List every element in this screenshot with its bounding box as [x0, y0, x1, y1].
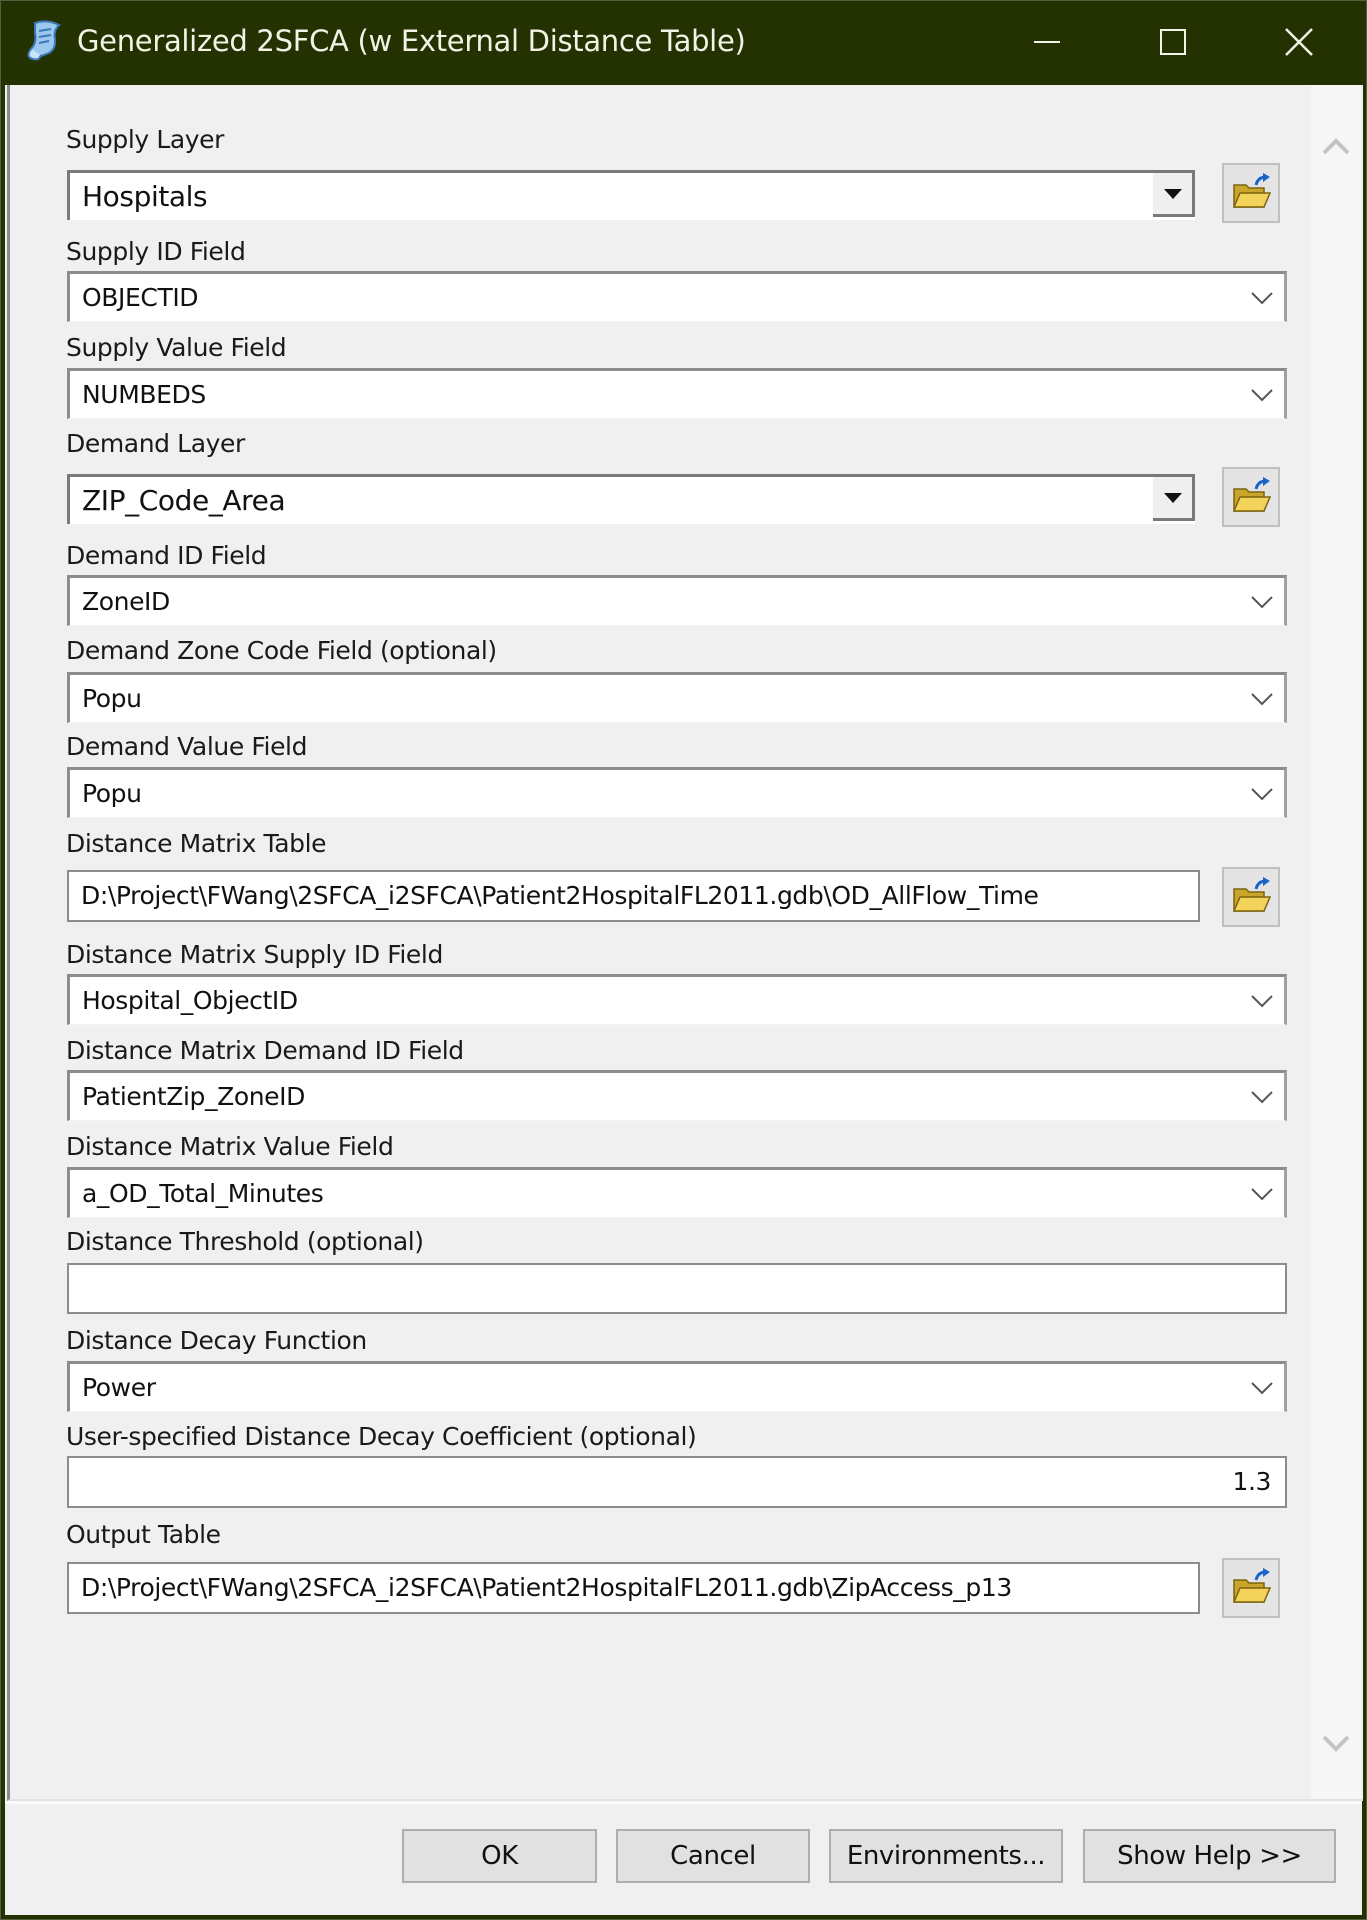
dm-value-field-value: a_OD_Total_Minutes [82, 1178, 324, 1208]
supply-layer-label: Supply Layer [66, 125, 225, 154]
ok-button[interactable]: OK [402, 1829, 597, 1883]
dm-demand-id-field-dropdown[interactable]: PatientZip_ZoneID [67, 1070, 1287, 1121]
scroll-up-icon[interactable] [1321, 135, 1351, 159]
output-table-value: D:\Project\FWang\2SFCA_i2SFCA\Patient2Ho… [81, 1572, 1012, 1602]
distance-decay-function-label: Distance Decay Function [66, 1326, 367, 1355]
open-folder-icon [1232, 477, 1272, 512]
demand-id-field-dropdown[interactable]: ZoneID [67, 575, 1287, 626]
show-help-button[interactable]: Show Help >> [1083, 1829, 1336, 1883]
window-title: Generalized 2SFCA (w External Distance T… [77, 24, 746, 58]
chevron-down-icon [1251, 994, 1273, 1007]
decay-coefficient-label: User-specified Distance Decay Coefficien… [66, 1422, 697, 1451]
divider [5, 1801, 1362, 1804]
chevron-down-icon [1251, 692, 1273, 705]
supply-id-field-label: Supply ID Field [66, 237, 246, 266]
chevron-down-icon [1251, 291, 1273, 304]
demand-zone-code-field-dropdown[interactable]: Popu [67, 672, 1287, 723]
close-button[interactable] [1239, 1, 1359, 83]
supply-layer-value: Hospitals [82, 179, 208, 213]
dialog-client-area: Supply Layer Hospitals Supply ID Field O… [5, 85, 1363, 1915]
decay-coefficient-input[interactable]: 1.3 [67, 1456, 1287, 1508]
close-icon [1285, 28, 1313, 56]
parameters-panel: Supply Layer Hospitals Supply ID Field O… [7, 85, 1363, 1801]
title-bar[interactable]: Generalized 2SFCA (w External Distance T… [1, 1, 1366, 83]
dm-supply-id-field-label: Distance Matrix Supply ID Field [66, 940, 443, 969]
dropdown-arrow-icon [1163, 188, 1182, 199]
decay-coefficient-value: 1.3 [1232, 1466, 1271, 1496]
distance-matrix-table-value: D:\Project\FWang\2SFCA_i2SFCA\Patient2Ho… [81, 880, 1039, 910]
chevron-down-icon [1251, 388, 1273, 401]
maximize-icon [1160, 29, 1186, 55]
supply-id-field-dropdown[interactable]: OBJECTID [67, 271, 1287, 322]
dropdown-arrow-icon [1163, 492, 1182, 503]
chevron-down-icon [1251, 1090, 1273, 1103]
chevron-down-icon [1251, 1381, 1273, 1394]
maximize-button[interactable] [1113, 1, 1233, 83]
demand-layer-value: ZIP_Code_Area [82, 483, 286, 517]
demand-id-field-value: ZoneID [82, 586, 170, 616]
scroll-down-icon[interactable] [1321, 1731, 1351, 1755]
demand-value-field-value: Popu [82, 778, 142, 808]
distance-threshold-input[interactable] [67, 1263, 1287, 1314]
dm-demand-id-field-label: Distance Matrix Demand ID Field [66, 1036, 464, 1065]
open-folder-icon [1232, 877, 1272, 912]
supply-value-field-dropdown[interactable]: NUMBEDS [67, 368, 1287, 419]
distance-decay-function-dropdown[interactable]: Power [67, 1361, 1287, 1412]
dm-value-field-dropdown[interactable]: a_OD_Total_Minutes [67, 1167, 1287, 1218]
demand-layer-label: Demand Layer [66, 429, 245, 458]
chevron-down-icon [1251, 1187, 1273, 1200]
demand-layer-browse-button[interactable] [1222, 467, 1280, 527]
environments-button[interactable]: Environments... [829, 1829, 1063, 1883]
distance-matrix-table-label: Distance Matrix Table [66, 829, 327, 858]
open-folder-icon [1232, 1568, 1272, 1603]
supply-id-field-value: OBJECTID [82, 282, 199, 312]
open-folder-icon [1232, 173, 1272, 208]
demand-zone-code-field-label: Demand Zone Code Field (optional) [66, 636, 497, 665]
demand-layer-dropdown-button[interactable] [1153, 477, 1195, 521]
tool-dialog-window: Generalized 2SFCA (w External Distance T… [0, 0, 1367, 1920]
distance-matrix-table-browse-button[interactable] [1222, 867, 1280, 927]
script-scroll-icon [25, 19, 63, 63]
output-table-label: Output Table [66, 1520, 221, 1549]
distance-matrix-table-input[interactable]: D:\Project\FWang\2SFCA_i2SFCA\Patient2Ho… [67, 870, 1200, 922]
output-table-input[interactable]: D:\Project\FWang\2SFCA_i2SFCA\Patient2Ho… [67, 1562, 1200, 1614]
minimize-button[interactable] [987, 1, 1107, 83]
minimize-icon [1034, 41, 1060, 43]
demand-value-field-dropdown[interactable]: Popu [67, 767, 1287, 818]
demand-id-field-label: Demand ID Field [66, 541, 267, 570]
output-table-browse-button[interactable] [1222, 1558, 1280, 1618]
supply-layer-browse-button[interactable] [1222, 163, 1280, 223]
supply-layer-dropdown-button[interactable] [1153, 173, 1195, 217]
dm-demand-id-field-value: PatientZip_ZoneID [82, 1081, 305, 1111]
vertical-scrollbar[interactable] [1311, 85, 1361, 1799]
dm-supply-id-field-dropdown[interactable]: Hospital_ObjectID [67, 974, 1287, 1025]
distance-threshold-label: Distance Threshold (optional) [66, 1227, 424, 1256]
dm-value-field-label: Distance Matrix Value Field [66, 1132, 394, 1161]
dm-supply-id-field-value: Hospital_ObjectID [82, 985, 298, 1015]
supply-layer-combo[interactable]: Hospitals [67, 170, 1195, 220]
supply-value-field-value: NUMBEDS [82, 379, 206, 409]
demand-zone-code-field-value: Popu [82, 683, 142, 713]
distance-decay-function-value: Power [82, 1372, 156, 1402]
cancel-button[interactable]: Cancel [616, 1829, 810, 1883]
demand-value-field-label: Demand Value Field [66, 732, 308, 761]
chevron-down-icon [1251, 595, 1273, 608]
supply-value-field-label: Supply Value Field [66, 333, 287, 362]
demand-layer-combo[interactable]: ZIP_Code_Area [67, 474, 1195, 524]
chevron-down-icon [1251, 787, 1273, 800]
